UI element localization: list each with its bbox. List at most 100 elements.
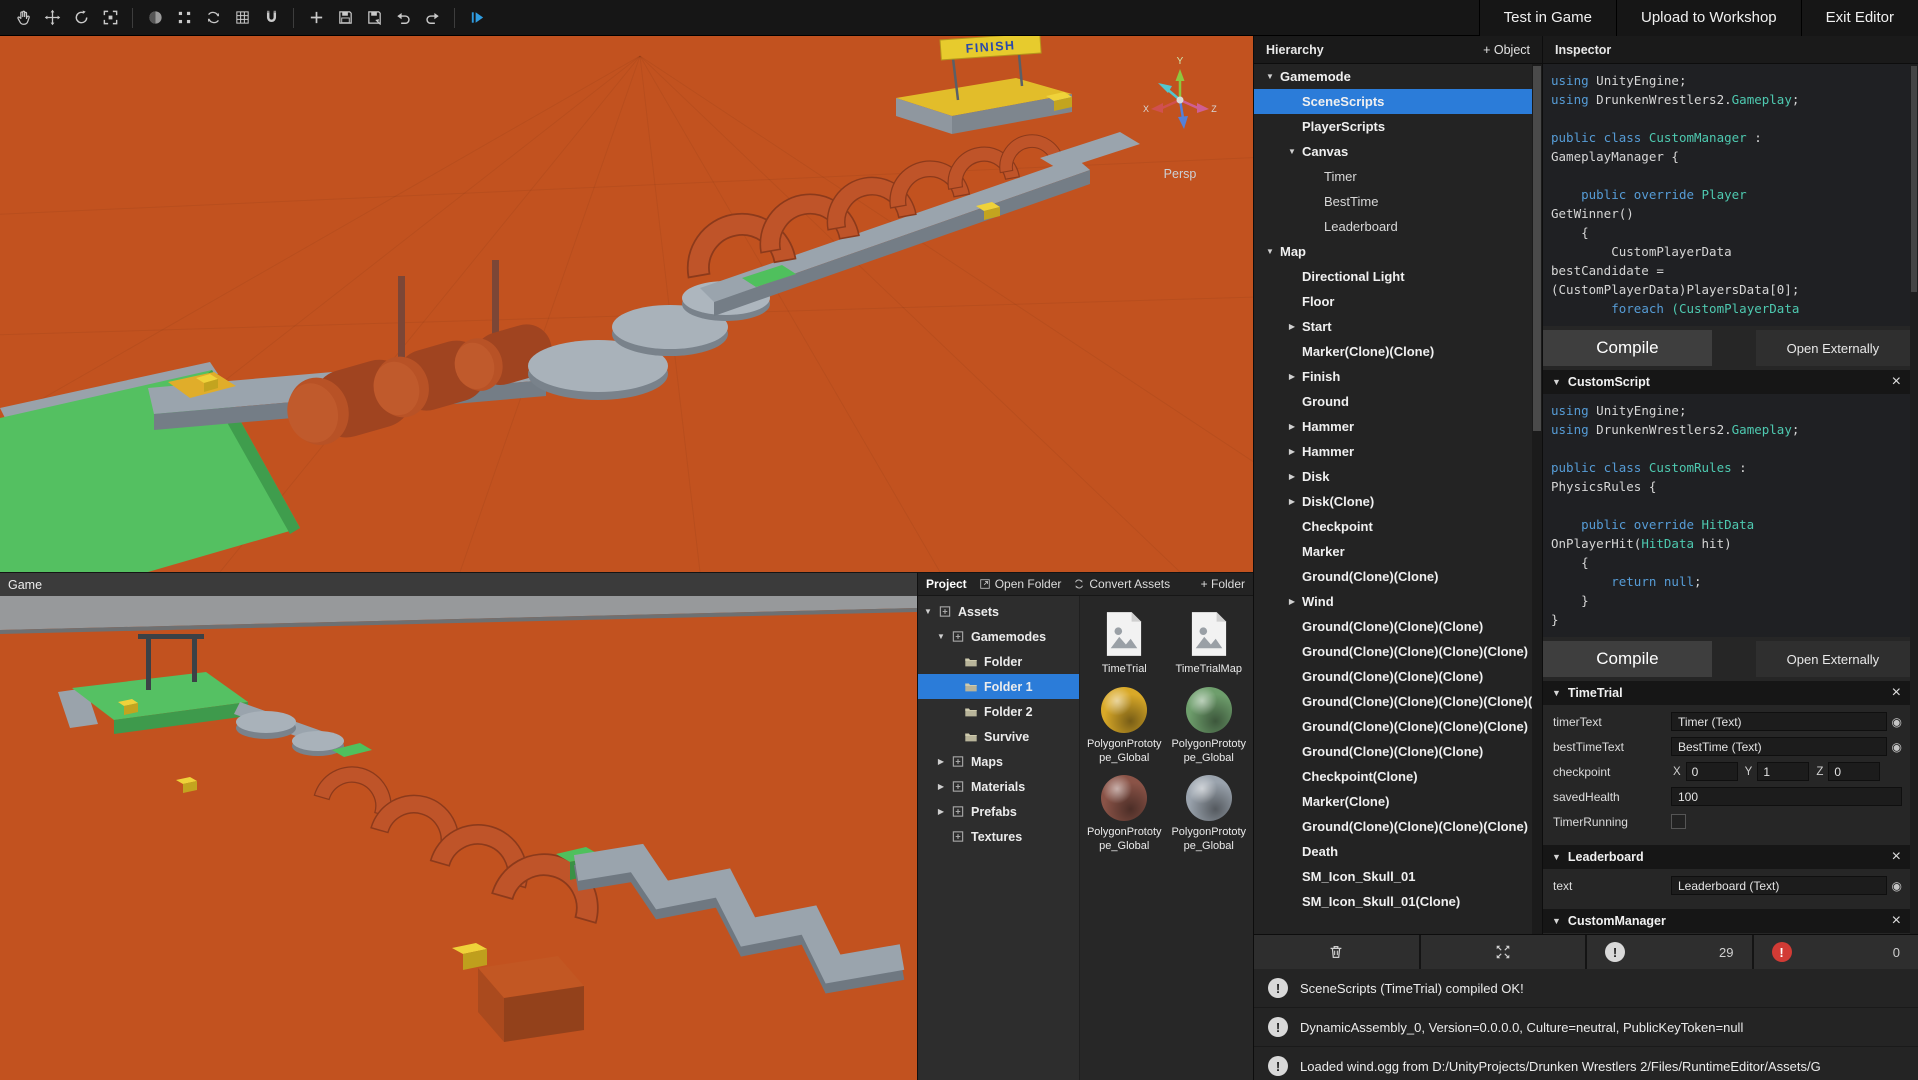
hierarchy-item[interactable]: Ground(Clone)(Clone)(Clone)(Clone)	[1254, 714, 1532, 739]
project-tree-item[interactable]: Folder 1	[918, 674, 1079, 699]
expander-arrow-icon[interactable]: ▶	[935, 782, 947, 791]
hierarchy-item[interactable]: Marker(Clone)	[1254, 789, 1532, 814]
hierarchy-item[interactable]: Ground(Clone)(Clone)(Clone)	[1254, 664, 1532, 689]
hierarchy-item[interactable]: Ground(Clone)(Clone)(Clone)(Clone)	[1254, 814, 1532, 839]
hierarchy-item[interactable]: BestTime	[1254, 189, 1532, 214]
expander-arrow-icon[interactable]: ▶	[1286, 422, 1298, 431]
hierarchy-item[interactable]: ▶Disk	[1254, 464, 1532, 489]
expander-arrow-icon[interactable]: ▶	[935, 807, 947, 816]
project-tree-item[interactable]: Folder 2	[918, 699, 1079, 724]
vector-input[interactable]: 0	[1828, 762, 1880, 781]
rotation-snap-icon[interactable]	[200, 5, 226, 31]
hierarchy-item[interactable]: Ground(Clone)(Clone)(Clone)	[1254, 614, 1532, 639]
console-log-row[interactable]: DynamicAssembly_0, Version=0.0.0.0, Cult…	[1254, 1008, 1918, 1047]
expander-arrow-icon[interactable]: ▶	[1286, 372, 1298, 381]
hierarchy-item[interactable]: ▶Hammer	[1254, 414, 1532, 439]
chevron-down-icon[interactable]: ▼	[1552, 377, 1561, 387]
game-view[interactable]	[0, 596, 917, 1080]
upload-to-workshop-button[interactable]: Upload to Workshop	[1616, 0, 1801, 36]
close-icon[interactable]: ×	[1892, 374, 1901, 390]
test-in-game-button[interactable]: Test in Game	[1479, 0, 1616, 36]
snap-magnet-icon[interactable]	[258, 5, 284, 31]
object-picker-icon[interactable]: ◉	[1892, 715, 1902, 729]
object-field[interactable]: Leaderboard (Text)	[1671, 876, 1887, 895]
scrollbar-thumb[interactable]	[1911, 66, 1917, 292]
hierarchy-item[interactable]: Directional Light	[1254, 264, 1532, 289]
vertex-snap-icon[interactable]	[171, 5, 197, 31]
open-externally-button[interactable]: Open Externally	[1756, 330, 1910, 366]
asset-item[interactable]: PolygonPrototype_Global	[1167, 769, 1252, 854]
object-picker-icon[interactable]: ◉	[1892, 740, 1902, 754]
object-field[interactable]: Timer (Text)	[1671, 712, 1887, 731]
hierarchy-item[interactable]: ▶Wind	[1254, 589, 1532, 614]
expander-arrow-icon[interactable]: ▶	[935, 757, 947, 766]
open-folder-button[interactable]: Open Folder	[979, 577, 1062, 591]
hierarchy-item[interactable]: ▶Hammer	[1254, 439, 1532, 464]
asset-item[interactable]: TimeTrial	[1082, 604, 1167, 677]
hierarchy-item[interactable]: SM_Icon_Skull_01(Clone)	[1254, 889, 1532, 914]
expander-arrow-icon[interactable]: ▼	[1286, 147, 1298, 156]
grid-icon[interactable]	[229, 5, 255, 31]
shading-mode-icon[interactable]	[142, 5, 168, 31]
expander-arrow-icon[interactable]: ▶	[1286, 472, 1298, 481]
expander-arrow-icon[interactable]: ▶	[1286, 447, 1298, 456]
component-header[interactable]: ▼Leaderboard×	[1543, 845, 1910, 869]
project-tree-item[interactable]: Folder	[918, 649, 1079, 674]
component-header[interactable]: ▼TimeTrial×	[1543, 681, 1910, 705]
hierarchy-item[interactable]: SceneScripts	[1254, 89, 1532, 114]
asset-item[interactable]: TimeTrialMap	[1167, 604, 1252, 677]
hierarchy-item[interactable]: Marker	[1254, 539, 1532, 564]
project-tree-item[interactable]: Textures	[918, 824, 1079, 849]
add-icon[interactable]	[303, 5, 329, 31]
hierarchy-item[interactable]: Checkpoint(Clone)	[1254, 764, 1532, 789]
close-icon[interactable]: ×	[1892, 685, 1901, 701]
hierarchy-item[interactable]: ▼Canvas	[1254, 139, 1532, 164]
save-as-icon[interactable]	[361, 5, 387, 31]
component-header[interactable]: ▼CustomManager×	[1543, 909, 1910, 933]
hierarchy-item[interactable]: ▶Finish	[1254, 364, 1532, 389]
project-tree-item[interactable]: ▼Assets	[918, 599, 1079, 624]
hierarchy-item[interactable]: ▼Gamemode	[1254, 64, 1532, 89]
hierarchy-item[interactable]: PlayerScripts	[1254, 114, 1532, 139]
chevron-down-icon[interactable]: ▼	[1552, 916, 1561, 926]
expander-arrow-icon[interactable]: ▼	[922, 607, 934, 616]
redo-icon[interactable]	[419, 5, 445, 31]
project-tree-item[interactable]: ▼Gamemodes	[918, 624, 1079, 649]
expander-arrow-icon[interactable]: ▼	[1264, 72, 1276, 81]
hierarchy-item[interactable]: ▶Start	[1254, 314, 1532, 339]
hierarchy-item[interactable]: Timer	[1254, 164, 1532, 189]
vector-input[interactable]: 1	[1757, 762, 1809, 781]
expander-arrow-icon[interactable]: ▶	[1286, 597, 1298, 606]
hierarchy-item[interactable]: Ground(Clone)(Clone)(Clone)	[1254, 739, 1532, 764]
asset-item[interactable]: PolygonPrototype_Global	[1167, 681, 1252, 766]
hierarchy-item[interactable]: Ground(Clone)(Clone)	[1254, 564, 1532, 589]
play-icon[interactable]	[464, 5, 490, 31]
project-tree-item[interactable]: Survive	[918, 724, 1079, 749]
component-header[interactable]: ▼CustomScript×	[1543, 370, 1910, 394]
expander-arrow-icon[interactable]: ▼	[1264, 247, 1276, 256]
scrollbar-thumb[interactable]	[1533, 66, 1541, 431]
inspector-scrollbar[interactable]	[1910, 64, 1918, 934]
hierarchy-item[interactable]: Ground(Clone)(Clone)(Clone)(Clone)(C	[1254, 689, 1532, 714]
hierarchy-item[interactable]: Checkpoint	[1254, 514, 1532, 539]
move-tool-icon[interactable]	[39, 5, 65, 31]
asset-item[interactable]: PolygonPrototype_Global	[1082, 769, 1167, 854]
scene-view[interactable]: FINISH	[0, 36, 1253, 572]
expander-arrow-icon[interactable]: ▶	[1286, 497, 1298, 506]
hierarchy-item[interactable]: Floor	[1254, 289, 1532, 314]
scene-render[interactable]: FINISH	[0, 36, 1253, 572]
hierarchy-item[interactable]: Ground	[1254, 389, 1532, 414]
rotate-tool-icon[interactable]	[68, 5, 94, 31]
checkbox[interactable]	[1671, 814, 1686, 829]
exit-editor-button[interactable]: Exit Editor	[1801, 0, 1918, 36]
chevron-down-icon[interactable]: ▼	[1552, 688, 1561, 698]
scale-tool-icon[interactable]	[97, 5, 123, 31]
expander-arrow-icon[interactable]: ▼	[935, 632, 947, 641]
warning-filter-button[interactable]: 29	[1587, 935, 1752, 969]
project-tree-item[interactable]: ▶Prefabs	[918, 799, 1079, 824]
chevron-down-icon[interactable]: ▼	[1552, 852, 1561, 862]
clear-console-button[interactable]	[1254, 935, 1419, 969]
hierarchy-item[interactable]: Leaderboard	[1254, 214, 1532, 239]
save-icon[interactable]	[332, 5, 358, 31]
hierarchy-item[interactable]: Marker(Clone)(Clone)	[1254, 339, 1532, 364]
